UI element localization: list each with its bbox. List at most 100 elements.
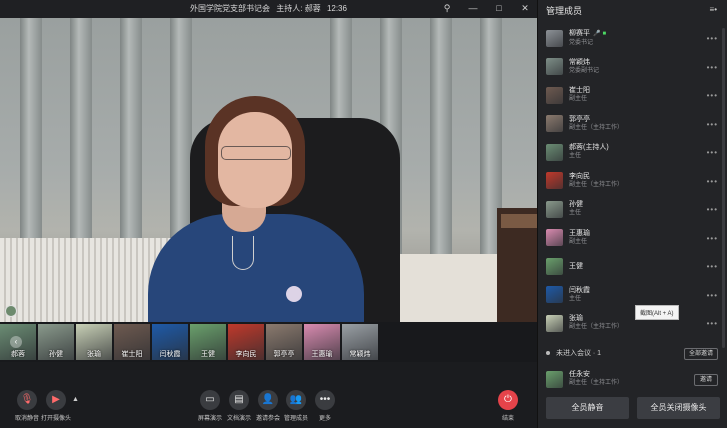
mic-muted-icon: 🎙	[17, 390, 37, 410]
participant-thumbnail[interactable]: ‹ 郝蓉	[0, 324, 36, 360]
member-name: 郭亭亭	[569, 115, 590, 123]
member-name: 王惠瑜	[569, 229, 590, 237]
member-more-icon[interactable]: •••	[707, 91, 718, 100]
member-more-icon[interactable]: •••	[707, 148, 718, 157]
invite-all-button[interactable]: 全部邀请	[683, 348, 718, 360]
camera-options-caret[interactable]: ▲	[72, 396, 79, 403]
camera-button[interactable]: ▶ 打开摄像头	[38, 390, 74, 422]
avatar	[546, 86, 563, 104]
curtain	[70, 18, 92, 254]
camera-off-all-button[interactable]: 全员关闭摄像头	[637, 397, 720, 419]
participant-name: 张瑜	[87, 351, 101, 358]
participant-thumbnail[interactable]: 张瑜	[76, 324, 112, 360]
member-row[interactable]: 王健 •••	[538, 252, 727, 281]
scroll-left-icon[interactable]: ‹	[10, 336, 22, 348]
member-row[interactable]: 闫秋霞 主任 •••	[538, 281, 727, 310]
participant-thumbnail[interactable]: 李向民	[228, 324, 264, 360]
member-role: 副主任（主持工作）	[569, 181, 624, 188]
member-more-icon[interactable]: •••	[707, 120, 718, 129]
not-joined-label: 未进入会议 · 1	[555, 350, 602, 357]
member-row[interactable]: 柳赛平 🎤 ■ 党委书记 •••	[538, 24, 727, 53]
member-name: 孙健	[569, 201, 583, 209]
participant-thumbnail[interactable]: 崔士阳	[114, 324, 150, 360]
member-more-icon[interactable]: •••	[707, 205, 718, 214]
member-row[interactable]: 崔士阳 副主任 •••	[538, 81, 727, 110]
member-name: 常颖炜	[569, 58, 590, 66]
participant-name: 李向民	[235, 351, 257, 358]
member-role: 副主任（主持工作）	[569, 380, 624, 386]
participant-thumbnail[interactable]: 孙健	[38, 324, 74, 360]
members-panel: 管理成员 ≡• 柳赛平 🎤 ■ 党委书记 ••• 常颖炜 党委副书记 ••• 崔士阳 副主任 •••…	[537, 0, 727, 428]
member-row[interactable]: 郝蓉(主持人) 主任 •••	[538, 138, 727, 167]
member-more-icon[interactable]: •••	[707, 262, 718, 271]
speaker-glasses	[221, 146, 291, 160]
end-label: 结束	[501, 416, 514, 422]
avatar	[546, 257, 563, 275]
window-controls: ⚲ — □ ✕	[441, 2, 531, 15]
invite-member-button[interactable]: 邀请	[693, 374, 718, 386]
member-list-scrollbar[interactable]	[722, 28, 725, 348]
more-button[interactable]: ••• 更多	[307, 390, 343, 422]
participant-thumbnail[interactable]: 王惠瑜	[304, 324, 340, 360]
member-more-icon[interactable]: •••	[707, 177, 718, 186]
end-meeting-button[interactable]: ⏻ 结束	[490, 390, 526, 422]
participant-thumbnail[interactable]: 郭亭亭	[266, 324, 302, 360]
member-role: 主任	[569, 295, 582, 302]
maximize-button[interactable]: □	[493, 2, 505, 15]
curtain	[20, 18, 42, 254]
power-icon: ⏻	[498, 390, 518, 410]
mute-all-button[interactable]: 全员静音	[546, 397, 629, 419]
avatar	[546, 143, 563, 161]
bullet-icon	[546, 351, 550, 356]
document-icon: ▤	[229, 390, 249, 410]
member-row[interactable]: 李向民 副主任（主持工作） •••	[538, 167, 727, 196]
avatar	[546, 314, 563, 332]
participant-name: 王健	[201, 351, 215, 358]
minimize-button[interactable]: —	[467, 2, 479, 15]
member-row[interactable]: 郭亭亭 副主任（主持工作） •••	[538, 110, 727, 139]
member-more-icon[interactable]: •••	[707, 63, 718, 72]
curtain	[120, 18, 142, 254]
member-more-icon[interactable]: •••	[707, 34, 718, 43]
avatar	[546, 370, 563, 388]
avatar	[546, 115, 563, 133]
member-row[interactable]: 常颖炜 党委副书记 •••	[538, 53, 727, 82]
member-more-icon[interactable]: •••	[707, 319, 718, 328]
screen-share-icon: ▭	[200, 390, 220, 410]
member-row[interactable]: 王惠瑜 副主任 •••	[538, 224, 727, 253]
invite-user-icon: 👤	[258, 390, 278, 410]
avatar	[546, 229, 563, 247]
collapse-panel-icon[interactable]: ≡•	[710, 5, 717, 14]
pin-icon[interactable]: ⚲	[441, 2, 453, 15]
avatar	[546, 29, 563, 47]
participant-thumbnail[interactable]: 闫秋霞	[152, 324, 188, 360]
pending-member-row[interactable]: 任永安 副主任（主持工作） 邀请	[538, 366, 727, 392]
video-mic-icon	[5, 305, 17, 317]
more-label: 更多	[318, 416, 331, 422]
member-row[interactable]: 张瑜 副主任（主持工作） •••	[538, 309, 727, 338]
meeting-time: 12:36	[326, 4, 347, 13]
participant-thumbnail[interactable]: 常颖炜	[342, 324, 378, 360]
participant-thumbnail[interactable]: 王健	[190, 324, 226, 360]
member-role: 党委书记	[569, 39, 594, 46]
title-bar: 外国学院党支部书记会 主持人: 郝蓉 12:36 ⚲ — □ ✕	[0, 0, 537, 18]
main-video[interactable]	[0, 18, 537, 322]
member-row[interactable]: 孙健 主任 •••	[538, 195, 727, 224]
curtain	[430, 18, 452, 254]
member-name: 闫秋霞	[569, 286, 590, 294]
panel-title: 管理成员	[546, 6, 583, 16]
members-icon: 👥	[286, 390, 306, 410]
member-name: 柳赛平	[569, 29, 590, 37]
participant-name: 闫秋霞	[159, 351, 181, 358]
camera-active-icon: ■	[602, 30, 607, 37]
speaker-brooch	[286, 286, 302, 302]
avatar	[546, 172, 563, 190]
avatar	[546, 200, 563, 218]
member-more-icon[interactable]: •••	[707, 234, 718, 243]
member-name: 王健	[569, 262, 583, 270]
speaker-body	[148, 214, 364, 322]
close-button[interactable]: ✕	[519, 2, 531, 15]
member-name: 张瑜	[569, 315, 583, 323]
speaker-necklace	[232, 236, 254, 270]
member-more-icon[interactable]: •••	[707, 291, 718, 300]
